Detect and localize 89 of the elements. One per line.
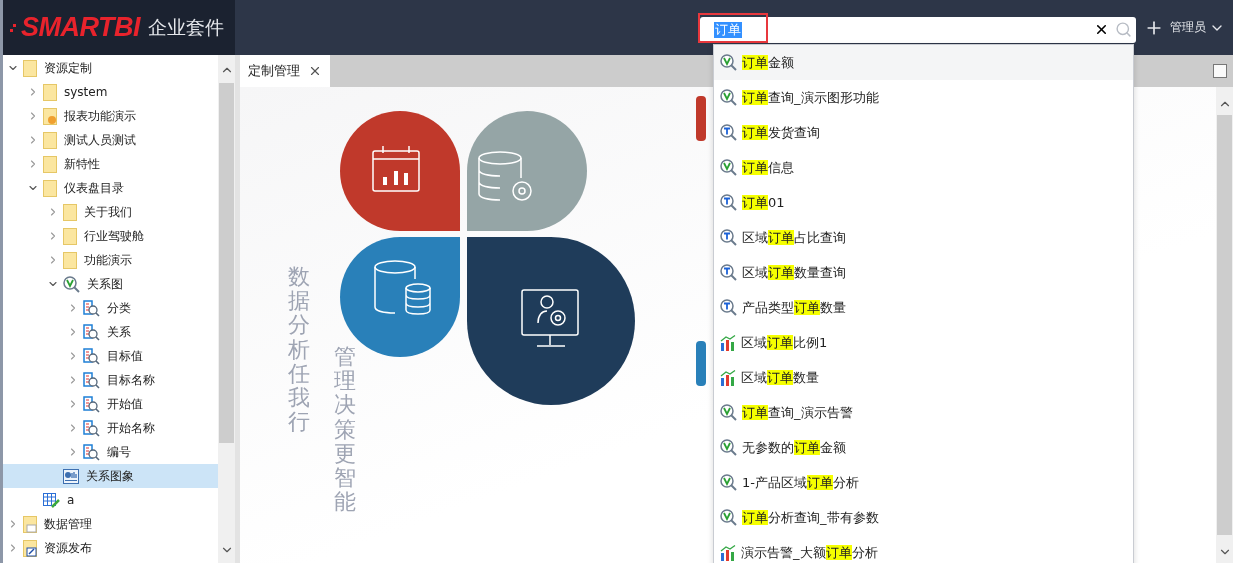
clear-button[interactable]	[1094, 22, 1109, 37]
check-magnifier-icon	[63, 275, 80, 293]
tree-item[interactable]: 关系图象	[3, 464, 218, 488]
folder-icon	[43, 83, 57, 101]
report-search-icon	[83, 323, 100, 341]
slogan-text: 数据分析任我行	[288, 265, 310, 435]
admin-petal[interactable]	[467, 237, 635, 405]
check-magnifier-icon	[720, 404, 737, 421]
product-name: 企业套件	[148, 14, 224, 40]
maximize-button[interactable]	[1213, 64, 1227, 78]
tree-item[interactable]: system	[3, 80, 218, 104]
tree-item[interactable]: 关系	[3, 320, 218, 344]
t-magnifier-icon	[720, 124, 737, 141]
report-search-icon	[83, 299, 100, 317]
tree-item[interactable]: 分类	[3, 296, 218, 320]
check-magnifier-icon	[720, 89, 737, 106]
tree-item[interactable]: 测试人员测试	[3, 128, 218, 152]
suggestion-item[interactable]: 区域订单比例1	[714, 325, 1133, 360]
folder-icon	[63, 203, 77, 221]
folder-icon	[23, 59, 37, 77]
tree-item[interactable]: 开始值	[3, 392, 218, 416]
tree-item[interactable]: 仪表盘目录	[3, 176, 218, 200]
t-magnifier-icon	[720, 264, 737, 281]
suggestion-item[interactable]: 无参数的订单金额	[714, 430, 1133, 465]
folder-icon	[63, 251, 77, 269]
report-search-icon	[83, 371, 100, 389]
check-magnifier-icon	[720, 159, 737, 176]
analysis-tile[interactable]	[696, 96, 706, 141]
bar-chart-icon	[720, 544, 736, 561]
data-settings-petal[interactable]	[467, 111, 587, 231]
tree-item[interactable]: 目标值	[3, 344, 218, 368]
tree-item[interactable]: 数据管理	[3, 512, 218, 536]
tree-item[interactable]: 行业驾驶舱	[3, 224, 218, 248]
dataset-tile[interactable]	[696, 341, 706, 386]
t-magnifier-icon	[720, 194, 737, 211]
suggestion-item[interactable]: 产品类型订单数量	[714, 290, 1133, 325]
chart-panel-icon	[63, 468, 79, 484]
suggestion-item[interactable]: 订单01	[714, 185, 1133, 220]
tree-item[interactable]: 报表功能演示	[3, 104, 218, 128]
tree-item[interactable]: 目标名称	[3, 368, 218, 392]
tree-item[interactable]: 功能演示	[3, 248, 218, 272]
report-petal[interactable]	[340, 111, 460, 231]
suggestion-item[interactable]: 订单查询_演示告警	[714, 395, 1133, 430]
folder-icon	[23, 515, 37, 533]
tab[interactable]: 定制管理	[240, 55, 330, 87]
suggestion-item[interactable]: 订单分析查询_带有参数	[714, 500, 1133, 535]
report-search-icon	[83, 395, 100, 413]
search-button[interactable]	[1115, 21, 1132, 38]
tree-item[interactable]: a	[3, 488, 218, 512]
slogan-text: 管理决策更智能	[334, 345, 356, 515]
check-magnifier-icon	[720, 474, 737, 491]
tree-item[interactable]: 资源定制	[3, 56, 218, 80]
bar-chart-icon	[720, 369, 736, 386]
logo-dots-icon	[9, 21, 17, 34]
close-icon[interactable]	[308, 64, 322, 78]
suggestion-item[interactable]: 订单查询_演示图形功能	[714, 80, 1133, 115]
tree-item[interactable]: 资源发布	[3, 536, 218, 560]
t-magnifier-icon	[720, 229, 737, 246]
report-search-icon	[83, 443, 100, 461]
folder-icon	[43, 131, 57, 149]
suggestion-item[interactable]: 订单金额	[714, 45, 1133, 80]
check-magnifier-icon	[720, 54, 737, 71]
folder-icon	[63, 227, 77, 245]
tree-scrollbar[interactable]	[218, 55, 235, 563]
folder-icon	[23, 539, 37, 557]
suggestion-item[interactable]: 区域订单数量查询	[714, 255, 1133, 290]
suggestion-item[interactable]: 订单信息	[714, 150, 1133, 185]
check-magnifier-icon	[720, 509, 737, 526]
search-value: 订单	[714, 21, 742, 38]
tree-item[interactable]: 关系图	[3, 272, 218, 296]
table-pencil-icon	[43, 492, 60, 508]
tree-item[interactable]: 关于我们	[3, 200, 218, 224]
t-magnifier-icon	[720, 299, 737, 316]
logo-text: SMARTBI	[21, 12, 140, 43]
suggestion-item[interactable]: 区域订单占比查询	[714, 220, 1133, 255]
report-search-icon	[83, 347, 100, 365]
suggestion-item[interactable]: 订单发货查询	[714, 115, 1133, 150]
check-magnifier-icon	[720, 439, 737, 456]
content-scrollbar[interactable]	[1216, 87, 1233, 563]
folder-icon	[43, 179, 57, 197]
report-search-icon	[83, 419, 100, 437]
bar-chart-icon	[720, 334, 736, 351]
folder-icon	[43, 155, 57, 173]
tree-item[interactable]: 编号	[3, 440, 218, 464]
folder-icon	[43, 107, 57, 125]
tree-item[interactable]: 新特性	[3, 152, 218, 176]
suggestion-item[interactable]: 区域订单数量	[714, 360, 1133, 395]
tree-item[interactable]: 开始名称	[3, 416, 218, 440]
user-menu[interactable]: 管理员	[1170, 19, 1225, 36]
